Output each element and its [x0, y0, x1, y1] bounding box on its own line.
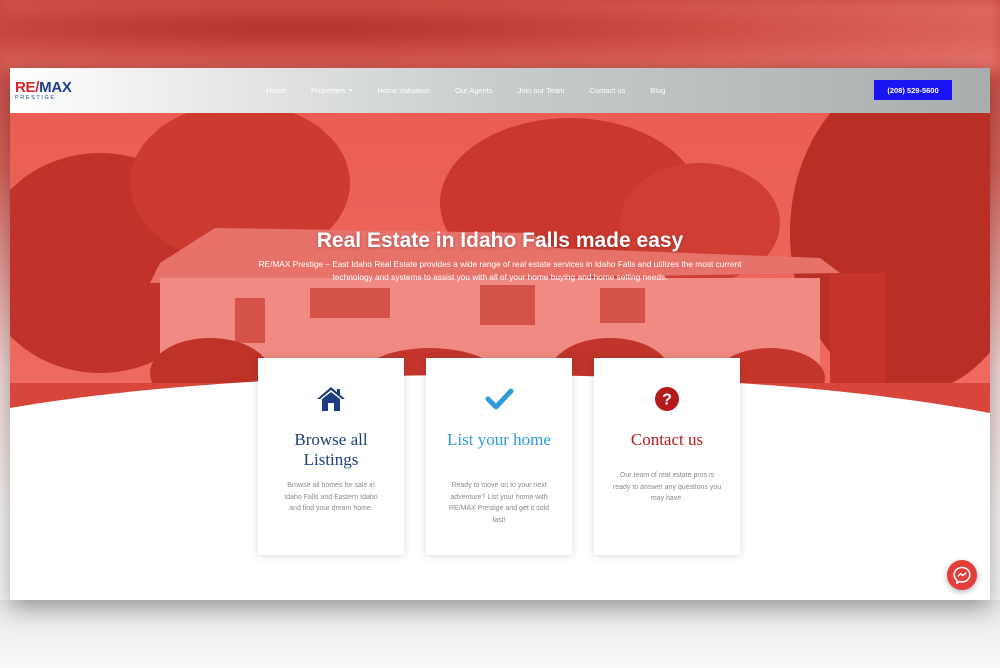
messenger-chat-button[interactable] [947, 560, 977, 590]
nav-item-contact-us[interactable]: Contact us [590, 86, 626, 95]
logo-subtitle: PRESTIGE [15, 95, 56, 101]
card-description: Ready to move on to your next adventure?… [449, 482, 549, 524]
card-list-your-home[interactable]: List your home Ready to move on to your … [426, 358, 572, 555]
hero-title: Real Estate in Idaho Falls made easy [316, 229, 684, 253]
nav-label: Blog [650, 86, 666, 95]
website-screenshot-frame: RE/MAX PRESTIGE Home Properties ▾ Home Va… [10, 68, 990, 600]
logo-re: RE [15, 79, 36, 96]
messenger-icon [953, 566, 971, 584]
background-blur-bottom [0, 600, 1000, 668]
nav-item-home[interactable]: Home [266, 86, 286, 95]
remax-logo[interactable]: RE/MAX PRESTIGE [15, 80, 72, 102]
checkmark-icon [426, 386, 572, 416]
nav-item-our-agents[interactable]: Our Agents [455, 86, 493, 95]
svg-text:?: ? [662, 392, 672, 409]
nav-label: Properties [311, 86, 346, 95]
nav-label: Join our Team [517, 86, 565, 95]
nav-label: Contact us [589, 86, 626, 95]
question-icon: ? [594, 386, 740, 416]
nav-label: Our Agents [455, 86, 493, 95]
card-title: Browse all Listings [294, 430, 368, 469]
nav-label: Home [266, 86, 287, 95]
card-title: List your home [447, 430, 551, 449]
hero-description: RE/MAX Prestige – East Idaho Real Estate… [258, 259, 742, 283]
main-nav: Home Properties ▾ Home Valuation Our Agen… [266, 68, 690, 113]
nav-item-join-our-team[interactable]: Join our Team [518, 86, 565, 95]
logo-max: MAX [39, 79, 72, 96]
card-contact-us[interactable]: ? Contact us Our team of real estate pro… [594, 358, 740, 555]
phone-button[interactable]: (208) 529-5600 [874, 80, 952, 100]
home-icon [258, 386, 404, 416]
card-description: Browse all homes for sale in Idaho Falls… [284, 482, 378, 512]
background-blur-top [0, 0, 1000, 70]
nav-item-blog[interactable]: Blog [650, 86, 665, 95]
nav-label: Home Valuation [377, 86, 431, 95]
chevron-down-icon: ▾ [349, 88, 353, 94]
logo-wordmark: RE/MAX [15, 80, 72, 95]
nav-item-home-valuation[interactable]: Home Valuation [377, 86, 430, 95]
card-browse-listings[interactable]: Browse all Listings Browse all homes for… [258, 358, 404, 555]
card-description: Our team of real estate pros is ready to… [612, 472, 722, 502]
card-title: Contact us [630, 430, 704, 449]
navbar: RE/MAX PRESTIGE Home Properties ▾ Home Va… [10, 68, 990, 113]
nav-item-properties[interactable]: Properties ▾ [311, 86, 352, 95]
